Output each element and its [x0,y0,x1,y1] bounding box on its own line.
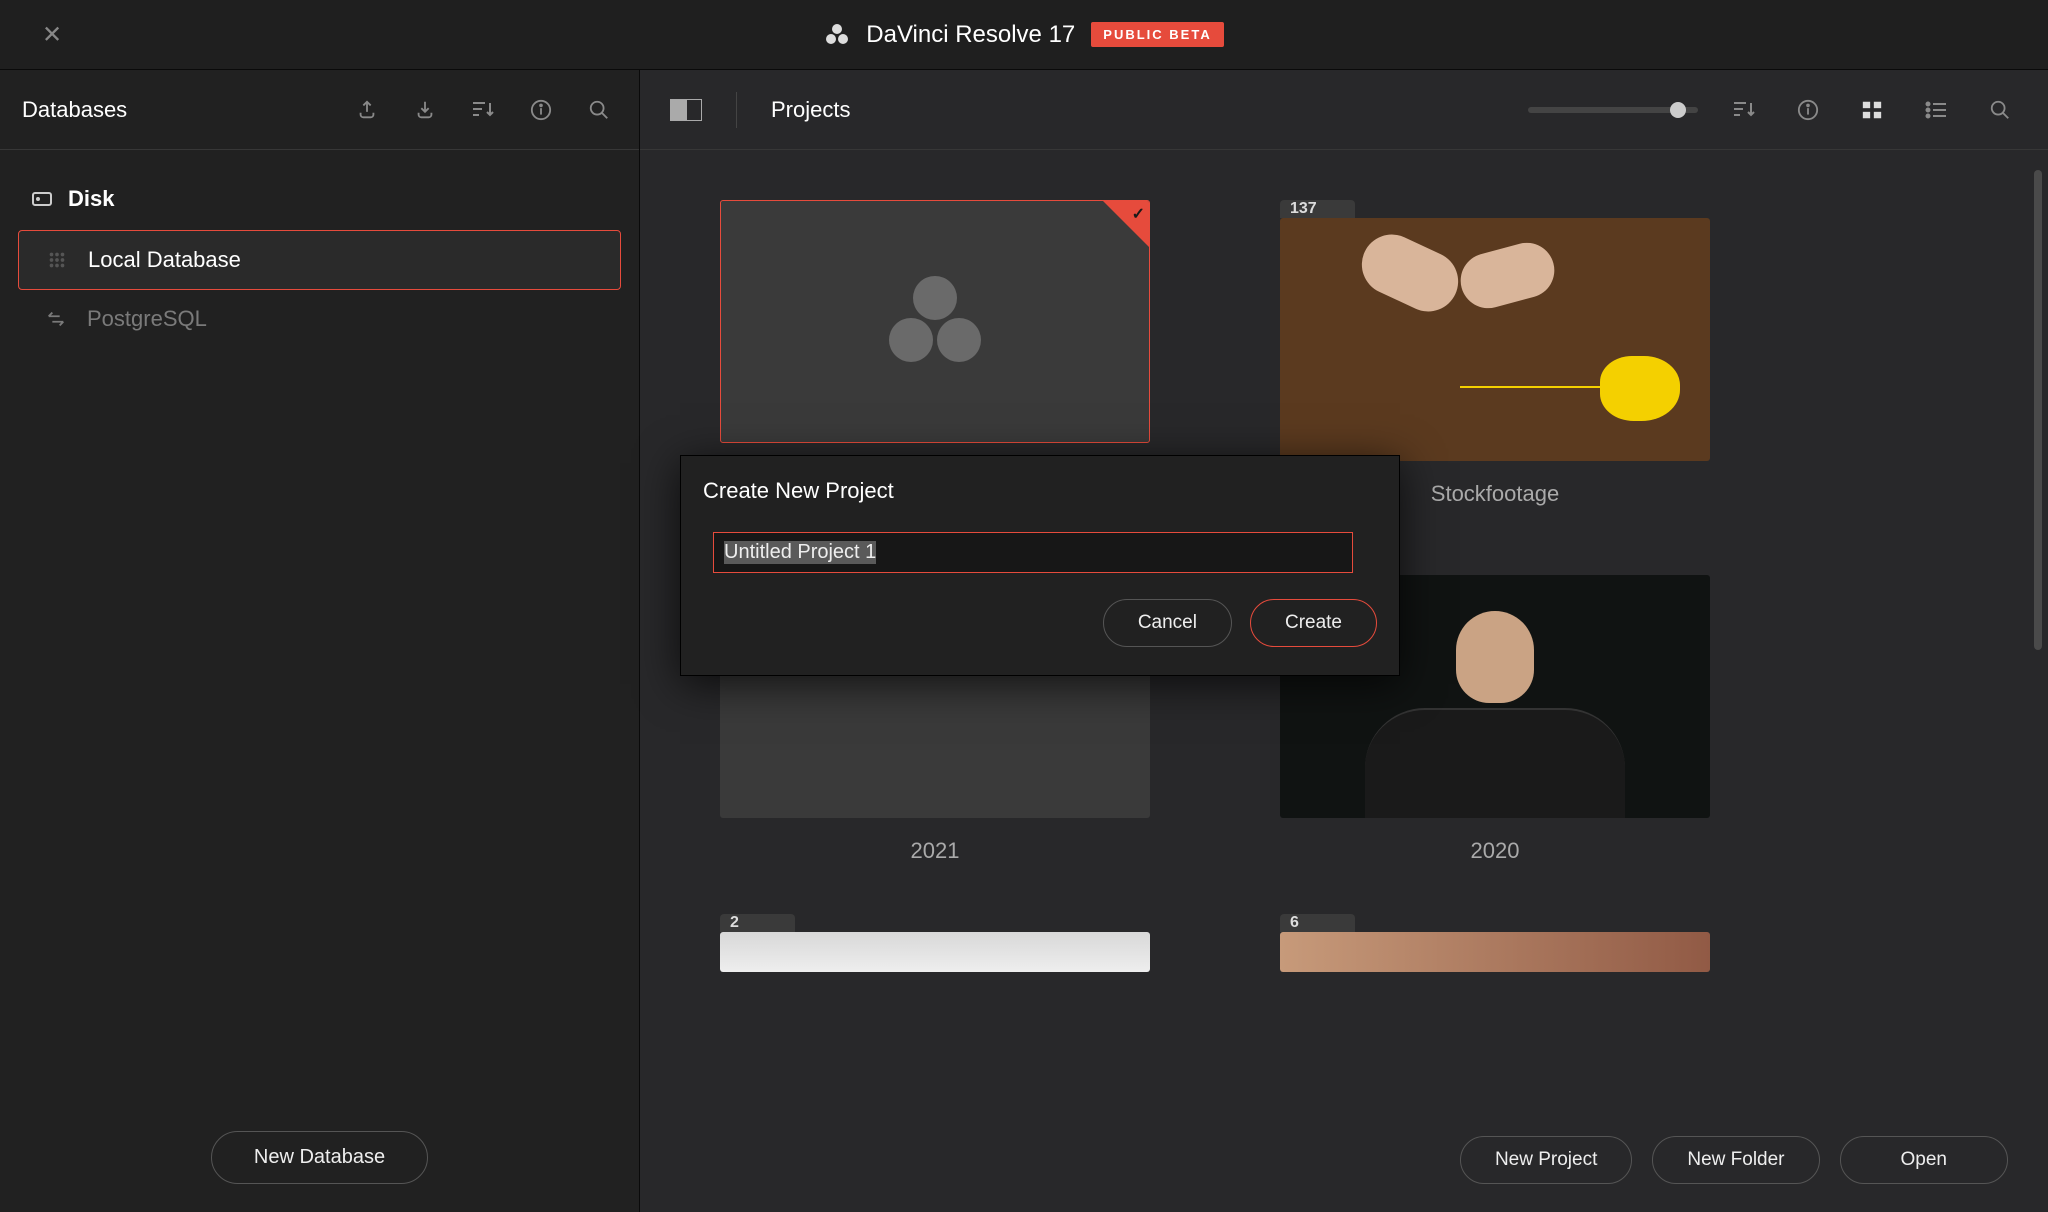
beta-badge: PUBLIC BETA [1091,22,1223,47]
new-folder-button[interactable]: New Folder [1652,1136,1819,1184]
project-name: Stockfootage [1431,481,1559,507]
new-project-button[interactable]: New Project [1460,1136,1632,1184]
new-database-button[interactable]: New Database [211,1131,428,1184]
database-item-local[interactable]: Local Database [18,230,621,290]
folder-count-badge: 137 [1280,200,1355,218]
project-card[interactable]: 6 [1280,914,1710,972]
project-name-input[interactable] [713,532,1353,573]
projects-panel: Projects [640,70,2048,1212]
project-thumbnail[interactable] [1280,932,1710,972]
database-item-postgres[interactable]: PostgreSQL [0,290,639,348]
disk-label: Disk [68,186,114,212]
search-icon[interactable] [1982,92,2018,128]
project-name: 2020 [1471,838,1520,864]
create-project-dialog: Create New Project Cancel Create [680,455,1400,676]
project-card[interactable]: 2 [720,914,1150,972]
project-name: 2021 [911,838,960,864]
close-icon[interactable]: ✕ [42,20,62,49]
sidebar-footer: New Database [0,1131,639,1184]
sort-icon[interactable] [465,92,501,128]
project-thumbnail[interactable] [720,932,1150,972]
export-icon[interactable] [349,92,385,128]
cancel-button[interactable]: Cancel [1103,599,1232,647]
sidebar-header: Databases [0,70,639,150]
open-button[interactable]: Open [1840,1136,2008,1184]
folder-count-badge: 2 [720,914,795,932]
panel-toggle-icon[interactable] [670,99,702,121]
projects-header: Projects [640,70,2048,150]
thumbnail-size-slider[interactable] [1528,107,1698,113]
database-item-label: Local Database [88,247,241,273]
main: Databases [0,70,2048,1212]
sidebar: Databases [0,70,640,1212]
titlebar: ✕ DaVinci Resolve 17 PUBLIC BETA [0,0,2048,70]
grid-dots-icon [46,249,68,271]
divider [736,92,737,128]
search-icon[interactable] [581,92,617,128]
folder-count-badge: 6 [1280,914,1355,932]
database-list: Disk Local Database PostgreSQL [0,150,639,348]
app-logo-icon [880,272,990,372]
create-button[interactable]: Create [1250,599,1377,647]
title-center: DaVinci Resolve 17 PUBLIC BETA [824,21,1223,49]
import-icon[interactable] [407,92,443,128]
sync-icon [45,308,67,330]
scrollbar[interactable] [2034,170,2042,650]
database-item-label: PostgreSQL [87,306,207,332]
sort-icon[interactable] [1726,92,1762,128]
project-thumbnail[interactable] [1280,218,1710,461]
app-title: DaVinci Resolve 17 [866,21,1075,49]
app-logo-icon [824,22,850,48]
list-view-icon[interactable] [1918,92,1954,128]
project-thumbnail[interactable] [720,200,1150,443]
sidebar-title: Databases [22,97,127,123]
projects-title: Projects [771,97,850,123]
info-icon[interactable] [1790,92,1826,128]
disk-group: Disk [0,168,639,230]
projects-footer: New Project New Folder Open [1460,1136,2008,1184]
grid-view-icon[interactable] [1854,92,1890,128]
dialog-title: Create New Project [703,478,1377,504]
disk-icon [30,187,54,211]
info-icon[interactable] [523,92,559,128]
checkmark-icon [1103,201,1149,247]
